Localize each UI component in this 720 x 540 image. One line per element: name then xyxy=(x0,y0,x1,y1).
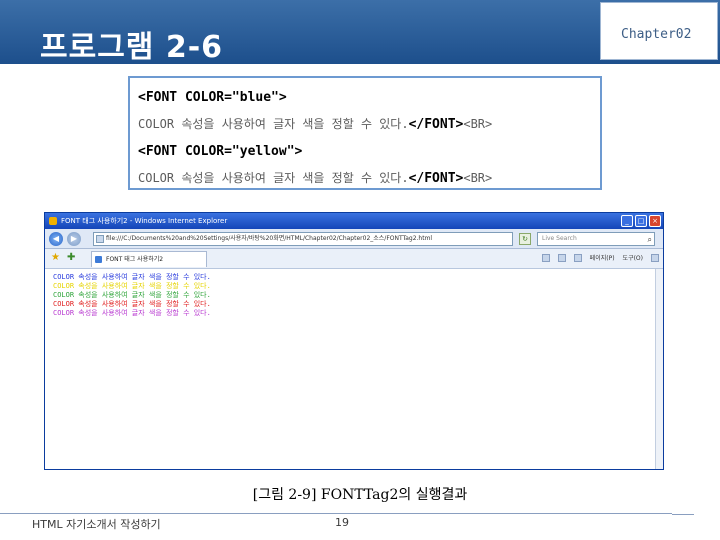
ie-app-icon xyxy=(49,217,57,225)
feeds-icon[interactable] xyxy=(557,253,566,262)
ie-page-content: COLOR 속성을 사용하여 글자 색을 정할 수 있다. COLOR 속성을 … xyxy=(45,269,663,469)
font-close-tag: </FONT> xyxy=(408,117,464,132)
code-line-2: COLOR 속성을 사용하여 글자 색을 정할 수 있다.</FONT><BR> xyxy=(138,111,592,138)
forward-icon[interactable]: ▶ xyxy=(67,232,81,246)
maximize-icon[interactable]: □ xyxy=(635,215,647,227)
code-line-3: <FONT COLOR="yellow"> xyxy=(138,138,592,165)
add-favorites-icon[interactable]: ✚ xyxy=(67,252,75,263)
figure-caption: [그림 2-9] FONTTag2의 실행결과 xyxy=(252,487,468,503)
page-line-1: COLOR 속성을 사용하여 글자 색을 정할 수 있다. xyxy=(53,273,211,281)
chapter-label: Chapter02 xyxy=(621,27,692,42)
footer-divider xyxy=(0,513,672,514)
page-line-4: COLOR 속성을 사용하여 글자 색을 정할 수 있다. xyxy=(53,300,211,308)
minimize-icon[interactable]: _ xyxy=(621,215,633,227)
page-menu[interactable]: 페이지(P) xyxy=(590,253,615,262)
refresh-icon[interactable]: ↻ xyxy=(519,233,531,245)
tools-menu[interactable]: 도구(O) xyxy=(623,253,643,262)
address-text: file:///C:/Documents%20and%20Settings/사용… xyxy=(106,235,433,242)
vertical-scrollbar[interactable] xyxy=(655,269,663,469)
font-close-tag: </FONT> xyxy=(408,171,464,186)
footer-divider-end xyxy=(672,514,694,515)
font-open-tag-blue: <FONT COLOR="blue"> xyxy=(138,90,287,105)
ie-address-bar: ◀ ▶ file:///C:/Documents%20and%20Setting… xyxy=(45,229,663,249)
footer-course-title: HTML 자기소개서 작성하기 xyxy=(32,518,161,531)
page-file-icon xyxy=(96,235,104,243)
code-line-1: <FONT COLOR="blue"> xyxy=(138,84,592,111)
window-controls: _ □ × xyxy=(621,215,661,227)
font-open-tag-yellow: <FONT COLOR="yellow"> xyxy=(138,144,303,159)
code-text: COLOR 속성을 사용하여 글자 색을 정할 수 있다. xyxy=(138,171,409,185)
command-bar: 페이지(P) 도구(O) xyxy=(541,253,659,262)
tab-page-icon xyxy=(95,256,102,263)
help-icon[interactable] xyxy=(651,253,659,262)
back-icon[interactable]: ◀ xyxy=(49,232,63,246)
code-text: COLOR 속성을 사용하여 글자 색을 정할 수 있다. xyxy=(138,117,409,131)
page-line-3: COLOR 속성을 사용하여 글자 색을 정할 수 있다. xyxy=(53,291,211,299)
br-tag: <BR> xyxy=(463,117,493,131)
br-tag: <BR> xyxy=(463,171,493,185)
search-icon[interactable]: ⌕ xyxy=(648,234,652,246)
ie-title-bar: FONT 태그 사용하기2 - Windows Internet Explore… xyxy=(45,213,663,229)
page-line-2: COLOR 속성을 사용하여 글자 색을 정할 수 있다. xyxy=(53,282,211,290)
print-icon[interactable] xyxy=(573,253,582,262)
search-placeholder: Live Search xyxy=(542,235,577,242)
home-icon[interactable] xyxy=(541,253,550,262)
tab-fonttag2[interactable]: FONT 태그 사용하기2 xyxy=(91,251,207,267)
address-input[interactable]: file:///C:/Documents%20and%20Settings/사용… xyxy=(93,232,513,246)
chapter-box: Chapter02 xyxy=(600,2,718,60)
ie-window-title: FONT 태그 사용하기2 - Windows Internet Explore… xyxy=(61,217,228,225)
code-line-4: COLOR 속성을 사용하여 글자 색을 정할 수 있다.</FONT><BR> xyxy=(138,165,592,192)
ie-tab-bar: ★ ✚ FONT 태그 사용하기2 페이지(P) 도구(O) xyxy=(45,249,663,269)
page-number: 19 xyxy=(335,516,349,529)
code-listing: <FONT COLOR="blue"> COLOR 속성을 사용하여 글자 색을… xyxy=(128,76,602,190)
favorites-star-icon[interactable]: ★ xyxy=(51,252,60,263)
page-line-5: COLOR 속성을 사용하여 글자 색을 정할 수 있다. xyxy=(53,309,211,317)
slide-title: 프로그램 2-6 xyxy=(40,30,224,65)
tab-label: FONT 태그 사용하기2 xyxy=(106,256,164,263)
ie-window: FONT 태그 사용하기2 - Windows Internet Explore… xyxy=(44,212,664,470)
close-icon[interactable]: × xyxy=(649,215,661,227)
search-input[interactable]: Live Search ⌕ xyxy=(537,232,655,246)
